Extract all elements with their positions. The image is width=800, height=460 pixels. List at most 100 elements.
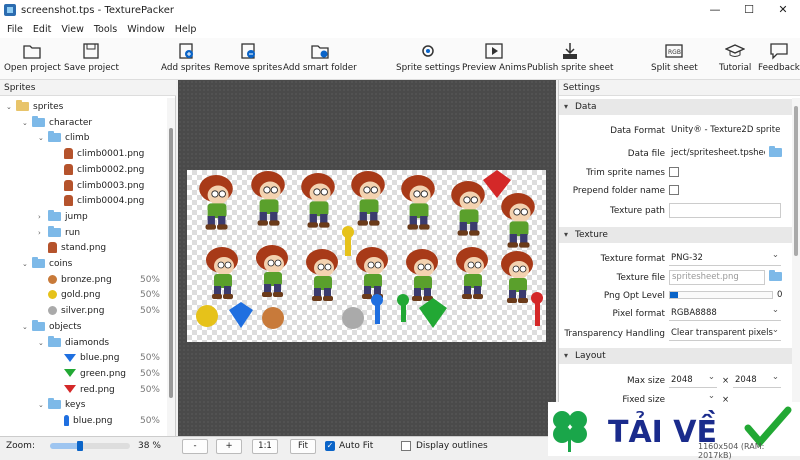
tree-sprite-item[interactable]: blue.png 50% [54,351,170,367]
minimize-button[interactable]: — [698,0,732,20]
tutorial-button[interactable]: Tutorial [719,42,751,73]
texture-format-select[interactable]: PNG-32 [669,248,781,266]
tree-folder-item[interactable]: ⌄ diamonds [38,335,170,352]
tree-folder-item[interactable]: ⌄ keys [38,398,170,414]
texture-browse-icon[interactable] [769,270,786,282]
auto-fit-checkbox[interactable]: ✓ [325,441,335,451]
transparency-handling-select[interactable]: Clear transparent pixels [669,323,781,341]
status-bar: Zoom: 38 % - + 1:1 Fit ✓ Auto Fit Displa… [0,436,558,456]
save-project-button[interactable]: Save project [64,42,119,73]
menu-file[interactable]: File [2,24,28,35]
data-file-field[interactable]: ject/spritesheet.tpsheet [669,147,765,162]
title-bar: screenshot.tps - TexturePacker — ☐ ✕ [0,0,800,20]
app-icon [4,4,16,16]
tree-folder-item[interactable]: › jump [38,209,170,226]
tree-sprite-item[interactable]: green.png 50% [54,367,170,383]
zoom-out-button[interactable]: - [182,439,208,454]
folder-icon [16,100,29,111]
tree-folder-item[interactable]: › run [38,225,170,242]
zoom-1to1-button[interactable]: 1:1 [252,439,278,454]
remove-sprites-button[interactable]: Remove sprites [214,42,282,73]
silver-coin [342,307,364,329]
preview-anims-button[interactable]: Preview Anims [462,42,526,73]
expand-arrow-icon[interactable]: › [38,226,48,242]
data-format-select[interactable]: Unity® - Texture2D sprite s [669,124,781,139]
zoom-in-button[interactable]: + [216,439,242,454]
expand-arrow-icon[interactable]: ⌄ [22,320,32,336]
texture-section-header[interactable]: Texture [559,227,793,243]
folder-icon [32,319,45,331]
character-sprite-icon [64,179,73,191]
split-sheet-icon: RGB [664,42,684,60]
sprite-settings-button[interactable]: Sprite settings [396,42,460,73]
menu-help[interactable]: Help [170,24,202,35]
sprite-sheet-canvas[interactable] [178,80,556,436]
folder-browse-icon[interactable] [769,146,786,158]
tree-sprite-item[interactable]: red.png 50% [54,383,170,399]
split-sheet-button[interactable]: RGB Split sheet [651,42,698,73]
tree-folder-item[interactable]: ⌄ objects [22,319,170,336]
character-sprite-icon [64,163,73,175]
zoom-value: 38 % [138,441,161,451]
tree-sprite-item[interactable]: climb0001.png [54,147,170,163]
png-opt-slider[interactable] [669,291,773,299]
tree-sprite-item[interactable]: climb0004.png [54,194,170,210]
tree-folder-item[interactable]: ⌄ coins [22,257,170,273]
texture-path-label: Texture path [610,206,665,216]
max-height-select[interactable]: 2048 [733,370,781,388]
tree-sprite-item[interactable]: silver.png 50% [38,304,170,320]
feedback-button[interactable]: Feedback [758,42,800,73]
pixel-format-select[interactable]: RGBA8888 [669,303,781,321]
expand-arrow-icon[interactable]: ⌄ [38,398,48,414]
zoom-fit-button[interactable]: Fit [290,439,316,454]
texture-file-field[interactable]: spritesheet.png [669,270,765,285]
open-project-button[interactable]: Open project [4,42,61,73]
sprite-sheet-preview [187,170,546,342]
tree-sprite-item[interactable]: climb0002.png [54,163,170,179]
toolbar: Open project Save project Add sprites Re… [0,38,800,80]
zoom-slider[interactable] [50,441,130,451]
prepend-folder-name-checkbox[interactable] [669,185,679,195]
publish-sprite-sheet-button[interactable]: Publish sprite sheet [527,42,613,73]
add-smart-folder-button[interactable]: Add smart folder [283,42,357,73]
tree-folder-item[interactable]: ⌄ climb [38,131,170,147]
expand-arrow-icon[interactable]: ⌄ [38,131,48,147]
menu-edit[interactable]: Edit [28,24,56,35]
settings-panel: Settings Data Data Format Unity® - Textu… [558,80,800,456]
expand-arrow-icon[interactable]: › [38,210,48,226]
data-section-header[interactable]: Data [559,99,793,115]
expand-arrow-icon[interactable]: ⌄ [38,336,48,352]
tree-folder-item[interactable]: ⌄ character [22,115,170,132]
tree-item-label: gold.png [61,290,101,301]
tree-sprite-item[interactable]: bronze.png 50% [38,273,170,289]
times-sign: × [722,376,730,386]
expand-arrow-icon[interactable]: ⌄ [22,116,32,132]
tree-item-label: diamonds [65,337,110,348]
tree-item-label: climb0001.png [77,149,145,160]
tree-sprite-item[interactable]: blue.png 50% [54,414,170,430]
expand-arrow-icon[interactable]: ⌄ [22,257,32,273]
expand-arrow-icon[interactable]: ⌄ [6,100,16,116]
diamond-icon [64,353,76,362]
tree-folder-item[interactable]: ⌄ sprites [6,100,170,116]
menu-view[interactable]: View [56,24,89,35]
tree-sprite-item[interactable]: gold.png 50% [38,288,170,304]
menu-tools[interactable]: Tools [89,24,122,35]
tree-sprite-item[interactable]: stand.png [38,241,170,257]
tree-sprite-item[interactable]: climb0003.png [54,179,170,195]
maximize-button[interactable]: ☐ [732,0,766,20]
display-outlines-checkbox[interactable] [401,441,411,451]
tree-item-label: green.png [80,368,126,379]
tree-item-label: climb [65,133,90,144]
layout-section-header[interactable]: Layout [559,348,793,364]
folder-icon [48,398,61,410]
trim-sprite-names-checkbox[interactable] [669,167,679,177]
tree-scrollbar[interactable] [167,98,175,436]
add-sprites-button[interactable]: Add sprites [161,42,211,73]
menu-window[interactable]: Window [122,24,169,35]
character-sprite [456,247,488,299]
texture-path-field[interactable] [669,203,781,218]
close-button[interactable]: ✕ [766,0,800,20]
max-width-select[interactable]: 2048 [669,370,717,388]
trim-sprite-names-label: Trim sprite names [586,168,665,178]
